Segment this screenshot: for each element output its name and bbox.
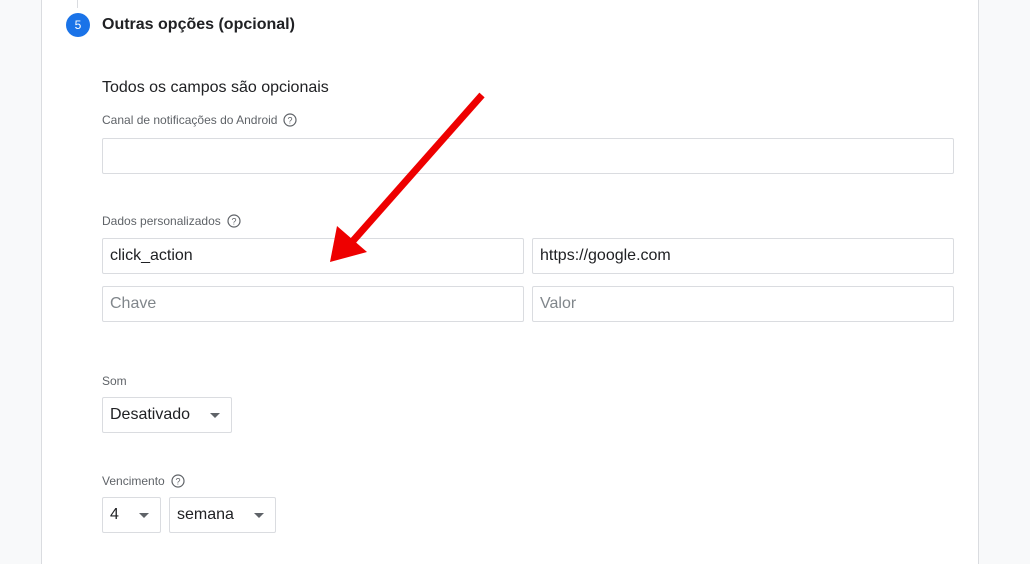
- help-icon[interactable]: ?: [171, 474, 185, 488]
- expiration-amount-value: 4: [110, 506, 119, 523]
- sound-select-value: Desativado: [110, 406, 191, 423]
- stepper-connector: [77, 0, 78, 8]
- expiration-amount-select[interactable]: 4: [102, 497, 161, 533]
- svg-text:?: ?: [231, 217, 236, 227]
- expiration-unit-value: semana: [177, 506, 234, 523]
- expiration-label: Vencimento ?: [102, 474, 185, 488]
- custom-data-label-text: Dados personalizados: [102, 214, 221, 228]
- sound-label: Som: [102, 374, 127, 388]
- sound-label-text: Som: [102, 374, 127, 388]
- step-number-badge: 5: [66, 13, 90, 37]
- android-channel-input[interactable]: [102, 138, 954, 174]
- custom-data-value-input[interactable]: https://google.com: [532, 238, 954, 274]
- help-icon[interactable]: ?: [283, 113, 298, 127]
- chevron-down-icon: [210, 413, 220, 418]
- custom-data-label: Dados personalizados ?: [102, 214, 241, 228]
- chevron-down-icon: [254, 513, 264, 518]
- expiration-unit-select[interactable]: semana: [169, 497, 276, 533]
- chevron-down-icon: [139, 513, 149, 518]
- new-value-input[interactable]: Valor: [532, 286, 954, 322]
- help-icon[interactable]: ?: [227, 214, 241, 228]
- step-title[interactable]: Outras opções (opcional): [102, 16, 295, 34]
- new-key-input[interactable]: Chave: [102, 286, 524, 322]
- android-channel-label: Canal de notificações do Android ?: [102, 113, 298, 127]
- expiration-label-text: Vencimento: [102, 474, 165, 488]
- sound-select[interactable]: Desativado: [102, 397, 232, 433]
- svg-text:?: ?: [175, 477, 180, 487]
- section-subtitle: Todos os campos são opcionais: [102, 79, 329, 96]
- svg-text:?: ?: [288, 116, 293, 126]
- custom-data-key-input[interactable]: click_action: [102, 238, 524, 274]
- android-channel-label-text: Canal de notificações do Android: [102, 113, 278, 127]
